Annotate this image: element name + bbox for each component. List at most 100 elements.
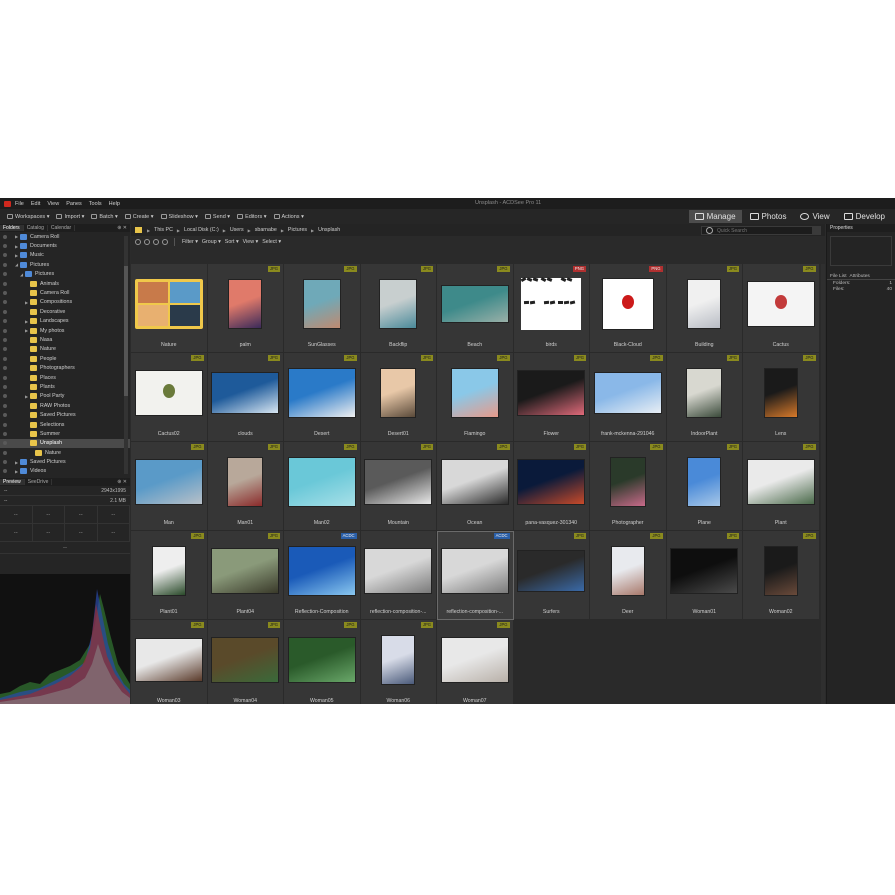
refresh-icon[interactable] (162, 239, 168, 245)
thumbnail-item[interactable]: ACDC Reflection-Composition (284, 531, 361, 620)
mode-manage[interactable]: Manage (688, 210, 742, 223)
thumbnail-item[interactable]: JPG Man01 (207, 442, 284, 531)
thumbnail-item[interactable]: JPG Ocean (437, 442, 514, 531)
checkbox-icon[interactable] (3, 347, 7, 352)
folder-tree-item[interactable]: ▶ My photos (0, 326, 130, 335)
thumbnail-item[interactable]: JPG Flamingo (437, 353, 514, 442)
crumb-unsplash[interactable]: Unsplash (318, 227, 340, 233)
forward-icon[interactable] (153, 239, 159, 245)
thumbnail-item[interactable]: JPG SunGlasses (284, 264, 361, 353)
thumbnail-item[interactable]: JPG Flower (513, 353, 590, 442)
folder-tree-item[interactable]: ▶ Documents (0, 241, 130, 250)
menu-view[interactable]: View (47, 201, 59, 207)
folder-tree-item[interactable]: Places (0, 373, 130, 382)
sort-menu[interactable]: Sort ▾ (225, 239, 239, 245)
folder-tree-item[interactable]: Selections (0, 420, 130, 429)
tab-seedrive[interactable]: SeeDrive (25, 479, 53, 485)
menu-help[interactable]: Help (109, 201, 120, 207)
menu-tools[interactable]: Tools (89, 201, 102, 207)
checkbox-icon[interactable] (3, 441, 7, 446)
home-icon[interactable] (135, 239, 141, 245)
thumbnail-item[interactable]: JPG Man02 (284, 442, 361, 531)
thumbnail-item[interactable]: JPG Woman07 (437, 620, 514, 704)
actions-button[interactable]: Actions ▾ (273, 214, 304, 220)
mode-develop[interactable]: Develop (838, 210, 891, 223)
folder-tree-item[interactable]: ▶ Saved Pictures (0, 457, 130, 466)
thumbnail-item[interactable]: JPG Woman03 (131, 620, 208, 704)
thumbnail-item[interactable]: JPG Cactus (743, 264, 820, 353)
folder-tree-item[interactable]: Nasa (0, 335, 130, 344)
thumbnail-item[interactable]: JPG Cactus02 (131, 353, 208, 442)
checkbox-icon[interactable] (3, 403, 7, 408)
thumbnail-item[interactable]: JPG Desert (284, 353, 361, 442)
thumbnail-item[interactable]: JPG Plant04 (207, 531, 284, 620)
thumbnail-item[interactable]: JPG Woman02 (743, 531, 820, 620)
crumb-users[interactable]: Users (230, 227, 244, 233)
folder-tree-item[interactable]: Saved Pictures (0, 410, 130, 419)
checkbox-icon[interactable] (3, 460, 7, 465)
checkbox-icon[interactable] (3, 384, 7, 389)
pin-close-icon[interactable]: ⊕ ✕ (117, 225, 130, 231)
thumbnail-item[interactable]: JPG Woman04 (207, 620, 284, 704)
mode-photos[interactable]: Photos (744, 210, 793, 223)
thumbnail-item[interactable]: JPG Plant01 (131, 531, 208, 620)
checkbox-icon[interactable] (3, 394, 7, 399)
filter-menu[interactable]: Filter ▾ (182, 239, 198, 245)
menu-panes[interactable]: Panes (66, 201, 82, 207)
tab-attributes[interactable]: Attributes (850, 274, 870, 279)
view-menu[interactable]: View ▾ (243, 239, 259, 245)
folder-tree-item[interactable]: ◢ Pictures (0, 260, 130, 269)
folder-tree-item[interactable]: Camera Roll (0, 288, 130, 297)
folder-tree-item[interactable]: Animals (0, 279, 130, 288)
checkbox-icon[interactable] (3, 413, 7, 418)
folder-tree-item[interactable]: ▶ Music (0, 251, 130, 260)
checkbox-icon[interactable] (3, 422, 7, 427)
create-button[interactable]: Create ▾ (124, 214, 154, 220)
checkbox-icon[interactable] (3, 366, 7, 371)
send-button[interactable]: Send ▾ (204, 214, 230, 220)
thumbnail-item[interactable]: JPG pana-vasquez-301340 (513, 442, 590, 531)
thumbnail-item[interactable]: JPG palm (207, 264, 284, 353)
folder-tree-item[interactable]: RAW Photos (0, 401, 130, 410)
thumbnail-item[interactable]: ACDC reflection-composition-... (437, 531, 514, 620)
slideshow-button[interactable]: Slideshow ▾ (160, 214, 198, 220)
thumbnail-item[interactable]: JPG Building (666, 264, 743, 353)
folder-tree-item[interactable]: ▶ Videos (0, 467, 130, 476)
checkbox-icon[interactable] (3, 337, 7, 342)
batch-button[interactable]: Batch ▾ (91, 214, 118, 220)
folder-tree-item[interactable]: Plants (0, 382, 130, 391)
menu-edit[interactable]: Edit (31, 201, 40, 207)
folder-tree-item[interactable]: ▶ Landscapes (0, 317, 130, 326)
thumbnail-item[interactable]: JPG Plane (666, 442, 743, 531)
mode-view[interactable]: View (794, 210, 835, 223)
folder-tree-item[interactable]: Photographers (0, 363, 130, 372)
thumbnail-item[interactable]: PNG Black-Cloud (590, 264, 667, 353)
checkbox-icon[interactable] (3, 431, 7, 436)
folder-tree-item[interactable]: People (0, 354, 130, 363)
checkbox-icon[interactable] (3, 309, 7, 314)
folder-tree-item[interactable]: Unsplash (0, 438, 130, 448)
thumbnail-item[interactable]: JPG Woman05 (284, 620, 361, 704)
checkbox-icon[interactable] (3, 262, 7, 267)
folder-tree-item[interactable]: ▶ Pool Party (0, 392, 130, 401)
checkbox-icon[interactable] (3, 291, 7, 296)
folder-tree-item[interactable]: ▶ Compositions (0, 298, 130, 307)
group-menu[interactable]: Group ▾ (202, 239, 221, 245)
menu-file[interactable]: File (15, 201, 24, 207)
search-input[interactable] (717, 227, 807, 234)
file-list-scrollbar[interactable] (821, 264, 825, 704)
thumbnail-item[interactable]: JPG frank-mckenna-291046 (590, 353, 667, 442)
thumbnail-item[interactable]: Nature (131, 264, 208, 353)
tab-file-list[interactable]: File List (830, 274, 847, 279)
tab-preview[interactable]: Preview (0, 479, 25, 485)
folder-tree-item[interactable]: Decorative (0, 307, 130, 316)
thumbnail-item[interactable]: JPG Woman01 (666, 531, 743, 620)
tab-folders[interactable]: Folders (0, 225, 24, 231)
back-icon[interactable] (144, 239, 150, 245)
crumb-pictures[interactable]: Pictures (288, 227, 307, 233)
thumbnail-item[interactable]: JPG Lens (743, 353, 820, 442)
folder-tree-scrollbar[interactable] (124, 236, 128, 474)
tab-calendar[interactable]: Calendar (48, 225, 76, 231)
crumb-this-pc[interactable]: This PC (154, 227, 173, 233)
checkbox-icon[interactable] (3, 375, 7, 380)
